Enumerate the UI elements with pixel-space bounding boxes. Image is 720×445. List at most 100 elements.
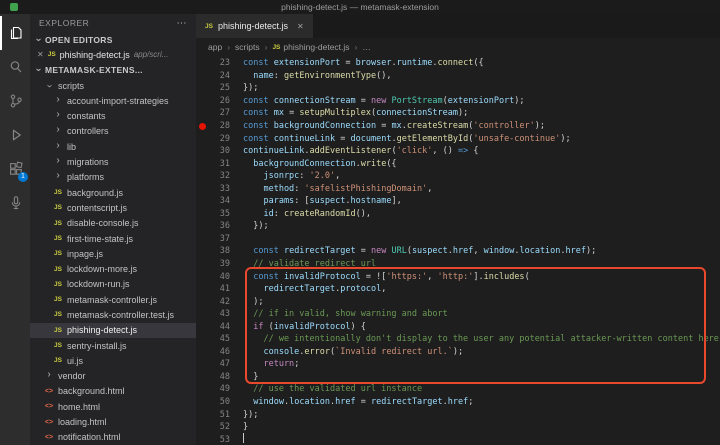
code-line[interactable]: 37 [196, 233, 720, 246]
microphone-icon[interactable] [0, 186, 30, 220]
code-line[interactable]: 36 }); [196, 220, 720, 233]
code-line[interactable]: 42 ); [196, 295, 720, 308]
tree-item-lockdown-more-js[interactable]: JSlockdown-more.js [30, 261, 196, 276]
tree-item-background-html[interactable]: <>background.html [30, 384, 196, 399]
tree-item-home-html[interactable]: <>home.html [30, 399, 196, 414]
more-actions-icon[interactable]: ⋯ [177, 18, 188, 29]
code-line[interactable]: 41 redirectTarget.protocol, [196, 283, 720, 296]
tree-item-label: account-import-strategies [67, 96, 169, 106]
code-text: const continueLink = document.getElement… [230, 134, 571, 144]
code-line[interactable]: 30continueLink.addEventListener('click',… [196, 145, 720, 158]
tab-phishing-detect-js[interactable]: JS phishing-detect.js ✕ [196, 14, 313, 38]
tree-item-controllers[interactable]: ›controllers [30, 124, 196, 139]
code-line[interactable]: 47 return; [196, 358, 720, 371]
code-line[interactable]: 45 // we intentionally don't display to … [196, 333, 720, 346]
files-icon[interactable] [0, 16, 30, 50]
js-file-icon: JS [53, 342, 63, 349]
tree-item-account-import-strategies[interactable]: ›account-import-strategies [30, 93, 196, 108]
tree-item-label: phishing-detect.js [67, 325, 137, 335]
open-editors-header[interactable]: › OPEN EDITORS [30, 32, 196, 47]
code-line[interactable]: 25}); [196, 82, 720, 95]
code-line[interactable]: 27const mx = setupMultiplex(connectionSt… [196, 107, 720, 120]
app-icon [10, 3, 18, 11]
tree-item-lib[interactable]: ›lib [30, 139, 196, 154]
workspace-header[interactable]: › METAMASK-EXTENS... [30, 63, 196, 78]
code-text: // validate redirect url [230, 259, 376, 269]
title-bar: phishing-detect.js — metamask-extension [0, 0, 720, 14]
code-line[interactable]: 38 const redirectTarget = new URL(suspec… [196, 245, 720, 258]
tree-item-phishing-detect-js[interactable]: JSphishing-detect.js [30, 323, 196, 338]
breadcrumb-item[interactable]: … [362, 42, 371, 52]
code-line[interactable]: 24 name: getEnvironmentType(), [196, 70, 720, 83]
breadcrumb-separator: › [227, 42, 230, 52]
code-line[interactable]: 33 method: 'safelistPhishingDomain', [196, 182, 720, 195]
code-line[interactable]: 51}); [196, 408, 720, 421]
code-text: window.location.href = redirectTarget.hr… [230, 397, 473, 407]
search-icon[interactable] [0, 50, 30, 84]
code-line[interactable]: 34 params: [suspect.hostname], [196, 195, 720, 208]
tree-item-scripts[interactable]: ›scripts [30, 78, 196, 93]
code-line[interactable]: 53 [196, 433, 720, 445]
close-icon[interactable]: ✕ [297, 22, 304, 31]
js-file-icon: JS [53, 204, 63, 211]
code-line[interactable]: 40 const invalidProtocol = !['https:', '… [196, 270, 720, 283]
breadcrumb-item[interactable]: scripts [235, 42, 260, 52]
code-line[interactable]: 39 // validate redirect url [196, 258, 720, 271]
code-line[interactable]: 32 jsonrpc: '2.0', [196, 170, 720, 183]
run-debug-icon[interactable] [0, 118, 30, 152]
code-line[interactable]: 26const connectionStream = new PortStrea… [196, 95, 720, 108]
tree-item-contentscript-js[interactable]: JScontentscript.js [30, 200, 196, 215]
tree-item-constants[interactable]: ›constants [30, 108, 196, 123]
code-line[interactable]: 28const backgroundConnection = mx.create… [196, 120, 720, 133]
code-line[interactable]: 31 backgroundConnection.write({ [196, 157, 720, 170]
html-file-icon: <> [44, 403, 54, 410]
tree-item-disable-console-js[interactable]: JSdisable-console.js [30, 216, 196, 231]
tree-item-first-time-state-js[interactable]: JSfirst-time-state.js [30, 231, 196, 246]
code-text: const redirectTarget = new URL(suspect.h… [230, 246, 596, 256]
code-line[interactable]: 29const continueLink = document.getEleme… [196, 132, 720, 145]
tree-item-background-js[interactable]: JSbackground.js [30, 185, 196, 200]
tree-item-loading-html[interactable]: <>loading.html [30, 414, 196, 429]
tree-item-notification-html[interactable]: <>notification.html [30, 430, 196, 445]
code-lines: 23const extensionPort = browser.runtime.… [196, 57, 720, 445]
code-line[interactable]: 46 console.error(`Invalid redirect url.`… [196, 346, 720, 359]
tree-item-label: controllers [67, 126, 109, 136]
breadcrumb-item[interactable]: app [208, 42, 222, 52]
html-file-icon: <> [44, 419, 54, 426]
tree-item-lockdown-run-js[interactable]: JSlockdown-run.js [30, 277, 196, 292]
tree-item-vendor[interactable]: ›vendor [30, 369, 196, 384]
tree-item-sentry-install-js[interactable]: JSsentry-install.js [30, 338, 196, 353]
code-area[interactable]: 23const extensionPort = browser.runtime.… [196, 56, 720, 445]
breadcrumb-item[interactable]: JSphishing-detect.js [272, 42, 349, 52]
tree-item-ui-js[interactable]: JSui.js [30, 353, 196, 368]
tree-item-label: ui.js [67, 356, 83, 366]
line-number: 29 [209, 134, 230, 144]
code-text: const mx = setupMultiplex(connectionStre… [230, 108, 468, 118]
code-line[interactable]: 48 } [196, 371, 720, 384]
close-icon[interactable]: ✕ [37, 50, 44, 59]
tree-item-metamask-controller-js[interactable]: JSmetamask-controller.js [30, 292, 196, 307]
open-editor-item[interactable]: ✕ JS phishing-detect.js app/scri... [30, 47, 196, 62]
tree-item-metamask-controller-test-js[interactable]: JSmetamask-controller.test.js [30, 307, 196, 322]
source-control-icon[interactable] [0, 84, 30, 118]
code-line[interactable]: 43 // if in valid, show warning and abor… [196, 308, 720, 321]
tree-item-label: notification.html [58, 432, 121, 442]
code-line[interactable]: 44 if (invalidProtocol) { [196, 320, 720, 333]
tree-item-platforms[interactable]: ›platforms [30, 170, 196, 185]
activity-badge: 1 [18, 172, 28, 182]
code-line[interactable]: 23const extensionPort = browser.runtime.… [196, 57, 720, 70]
code-line[interactable]: 35 id: createRandomId(), [196, 208, 720, 221]
tree-item-label: vendor [58, 371, 86, 381]
tree-item-migrations[interactable]: ›migrations [30, 154, 196, 169]
extensions-icon[interactable]: 1 [0, 152, 30, 186]
code-line[interactable]: 52} [196, 421, 720, 434]
js-file-icon: JS [53, 189, 63, 196]
line-number: 35 [209, 209, 230, 219]
code-line[interactable]: 49 // use the validated url instance [196, 383, 720, 396]
breakpoint-icon[interactable] [196, 123, 209, 130]
code-line[interactable]: 50 window.location.href = redirectTarget… [196, 396, 720, 409]
chevron-down-icon: › [44, 82, 54, 90]
tree-item-label: migrations [67, 157, 109, 167]
line-number: 25 [209, 83, 230, 93]
tree-item-inpage-js[interactable]: JSinpage.js [30, 246, 196, 261]
